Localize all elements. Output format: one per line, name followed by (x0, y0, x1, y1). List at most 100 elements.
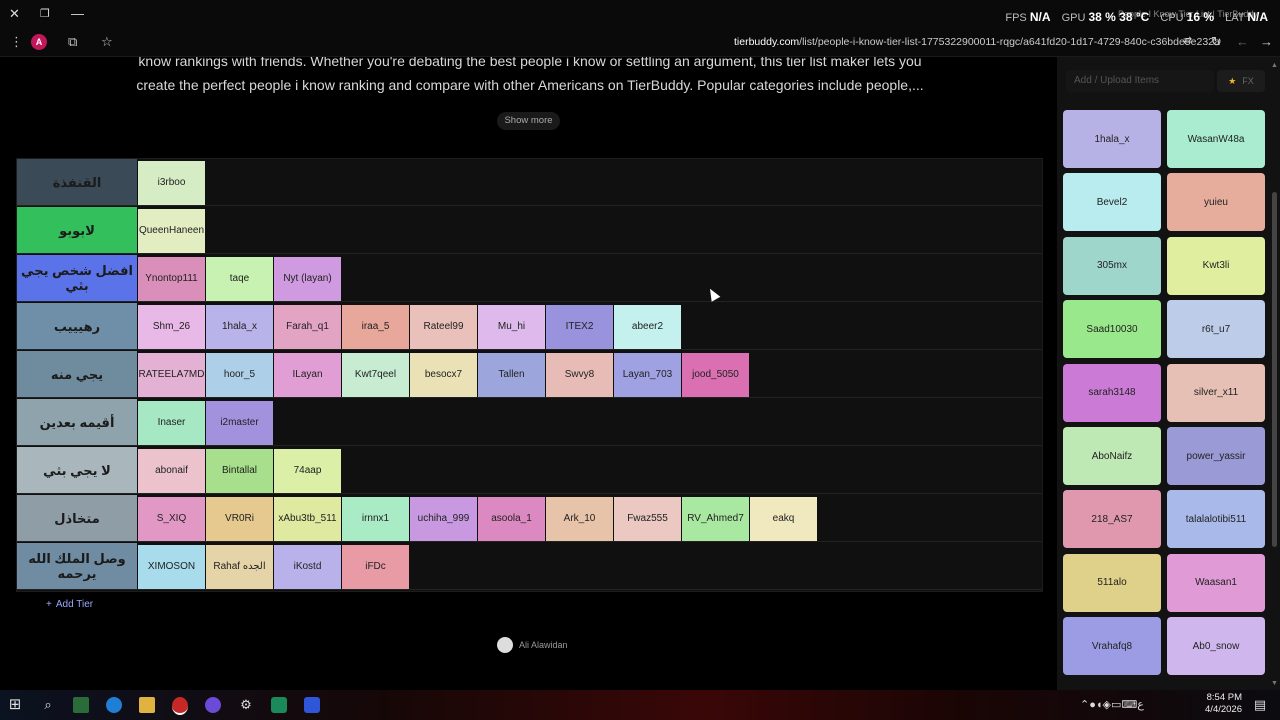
pool-item[interactable]: 511alo (1063, 553, 1161, 612)
tier-item[interactable]: Nyt (layan) (274, 257, 341, 301)
tier-item[interactable]: Ynontop111 (138, 257, 205, 301)
tier-item[interactable]: taqe (206, 257, 273, 301)
tier-label[interactable]: لا يجي بثي (17, 447, 137, 493)
tier-item[interactable]: QueenHaneen (138, 209, 205, 253)
extensions-icon[interactable]: ⧉ (68, 34, 77, 50)
tier-label[interactable]: يجي منه (17, 351, 137, 397)
search-icon[interactable]: ⌕ (40, 697, 56, 713)
pool-item[interactable]: WasanW48a (1167, 110, 1265, 168)
system-tray[interactable]: ⌃●◖◈▭⌨ع (1080, 698, 1144, 711)
pool-item[interactable]: Waasan1 (1167, 553, 1265, 612)
app-icon[interactable] (271, 697, 287, 713)
tier-item[interactable]: Shm_26 (138, 305, 205, 349)
pool-item[interactable]: yuieu (1167, 173, 1265, 232)
tier-item[interactable]: Kwt7qeel (342, 353, 409, 397)
pool-item[interactable]: sarah3148 (1063, 363, 1161, 422)
tier-item[interactable]: eakq (750, 497, 817, 541)
tier-label[interactable]: رهيييب (17, 303, 137, 349)
scroll-down-arrow-icon[interactable]: ▼ (1271, 680, 1278, 687)
pool-item[interactable]: talalalotibi511 (1167, 490, 1265, 549)
store-app-icon[interactable] (73, 697, 89, 713)
file-explorer-icon[interactable] (139, 697, 155, 713)
tier-item[interactable]: irnnx1 (342, 497, 409, 541)
app-icon-2[interactable] (304, 697, 320, 713)
tier-item[interactable]: RATEELA7MD (138, 353, 205, 397)
notifications-icon[interactable]: ▤ (1252, 697, 1268, 713)
tier-item[interactable]: i3rboo (138, 161, 205, 205)
tier-item[interactable]: xAbu3tb_511 (274, 497, 341, 541)
tier-item[interactable]: hoor_5 (206, 353, 273, 397)
tier-item[interactable]: uchiha_999 (410, 497, 477, 541)
tier-item[interactable]: Bintallal (206, 449, 273, 493)
chevron-up-icon[interactable]: ⌃ (1080, 699, 1089, 711)
pool-item[interactable]: r6t_u7 (1167, 300, 1265, 359)
tier-item[interactable]: asoola_1 (478, 497, 545, 541)
profile-avatar[interactable]: A (31, 34, 47, 50)
tier-item[interactable]: Swvy8 (546, 353, 613, 397)
bookmark-star-icon[interactable]: ☆ (101, 34, 113, 50)
close-window-icon[interactable]: ✕ (9, 6, 20, 22)
tier-item[interactable]: ILayan (274, 353, 341, 397)
tier-item[interactable]: Mu_hi (478, 305, 545, 349)
tier-label[interactable]: القنفذة (17, 159, 137, 205)
tier-item[interactable]: VR0Ri (206, 497, 273, 541)
restore-window-icon[interactable]: ❐ (40, 7, 50, 20)
tier-label[interactable]: وصل الملك الله يرحمه (17, 543, 137, 589)
tier-item[interactable]: 1hala_x (206, 305, 273, 349)
tier-item[interactable]: iraa_5 (342, 305, 409, 349)
tier-item[interactable]: ITEX2 (546, 305, 613, 349)
add-upload-items-button[interactable]: Add / Upload Items (1066, 70, 1214, 92)
tier-item[interactable]: RV_Ahmed7 (682, 497, 749, 541)
tier-item[interactable]: besocx7 (410, 353, 477, 397)
back-icon[interactable]: ← (1236, 34, 1249, 49)
tier-item[interactable]: Layan_703 (614, 353, 681, 397)
menu-dots-icon[interactable]: ⋮ (10, 34, 23, 50)
author-credit[interactable]: Ali Alawidan (497, 637, 568, 653)
tier-item[interactable]: Fwaz555 (614, 497, 681, 541)
tier-item[interactable]: Rateel99 (410, 305, 477, 349)
scrollbar-thumb[interactable] (1272, 192, 1277, 547)
tier-item[interactable]: Farah_q1 (274, 305, 341, 349)
add-tier-button[interactable]: + Add Tier (46, 599, 93, 610)
show-more-button[interactable]: Show more (497, 112, 560, 130)
pool-item[interactable]: 305mx (1063, 236, 1161, 295)
pool-item[interactable]: 218_AS7 (1063, 490, 1161, 549)
settings-gear-icon[interactable]: ⚙ (238, 697, 254, 713)
tier-item[interactable]: Rahaf الجده (206, 545, 273, 589)
tier-item[interactable]: S_XIQ (138, 497, 205, 541)
pool-item[interactable]: Ab0_snow (1167, 617, 1265, 676)
language-indicator[interactable]: ع (1137, 699, 1144, 711)
mic-icon[interactable]: ● (1089, 699, 1096, 711)
pool-item[interactable]: 1hala_x (1063, 110, 1161, 168)
battery-icon[interactable]: ▭ (1111, 699, 1121, 711)
keyboard-icon[interactable]: ⌨ (1121, 699, 1137, 711)
network-icon[interactable]: ◈ (1103, 699, 1111, 711)
pool-item[interactable]: Kwt3li (1167, 236, 1265, 295)
tier-item[interactable]: Ark_10 (546, 497, 613, 541)
forward-icon[interactable]: → (1260, 34, 1273, 49)
tier-item[interactable]: iKostd (274, 545, 341, 589)
minimize-window-icon[interactable]: — (71, 6, 84, 21)
tier-item[interactable]: abonaif (138, 449, 205, 493)
opera-gx-icon[interactable] (172, 697, 188, 715)
pool-item[interactable]: Saad10030 (1063, 300, 1161, 359)
tier-item[interactable]: iFDc (342, 545, 409, 589)
fx-button[interactable]: ★ FX (1217, 70, 1265, 92)
pool-item[interactable]: silver_x11 (1167, 363, 1265, 422)
tier-label[interactable]: افضل شخص يجي بثي (17, 255, 137, 301)
pool-item[interactable]: Bevel2 (1063, 173, 1161, 232)
tier-item[interactable]: jood_5050 (682, 353, 749, 397)
tier-label[interactable]: أقيمه بعدين (17, 399, 137, 445)
tier-item[interactable]: 74aap (274, 449, 341, 493)
pool-item[interactable]: power_yassir (1167, 427, 1265, 485)
volume-icon[interactable]: ◖ (1096, 699, 1103, 711)
edge-browser-icon[interactable] (106, 697, 122, 713)
address-bar[interactable]: tierbuddy.com/list/people-i-know-tier-li… (734, 36, 1220, 48)
tier-label[interactable]: متخاذل (17, 495, 137, 541)
pool-item[interactable]: Vrahafq8 (1063, 617, 1161, 676)
tier-item[interactable]: Inaser (138, 401, 205, 445)
tier-item[interactable]: abeer2 (614, 305, 681, 349)
windows-start-icon[interactable]: ⊞ (7, 697, 23, 713)
tier-item[interactable]: XIMOSON (138, 545, 205, 589)
pool-item[interactable]: AboNaifz (1063, 427, 1161, 485)
